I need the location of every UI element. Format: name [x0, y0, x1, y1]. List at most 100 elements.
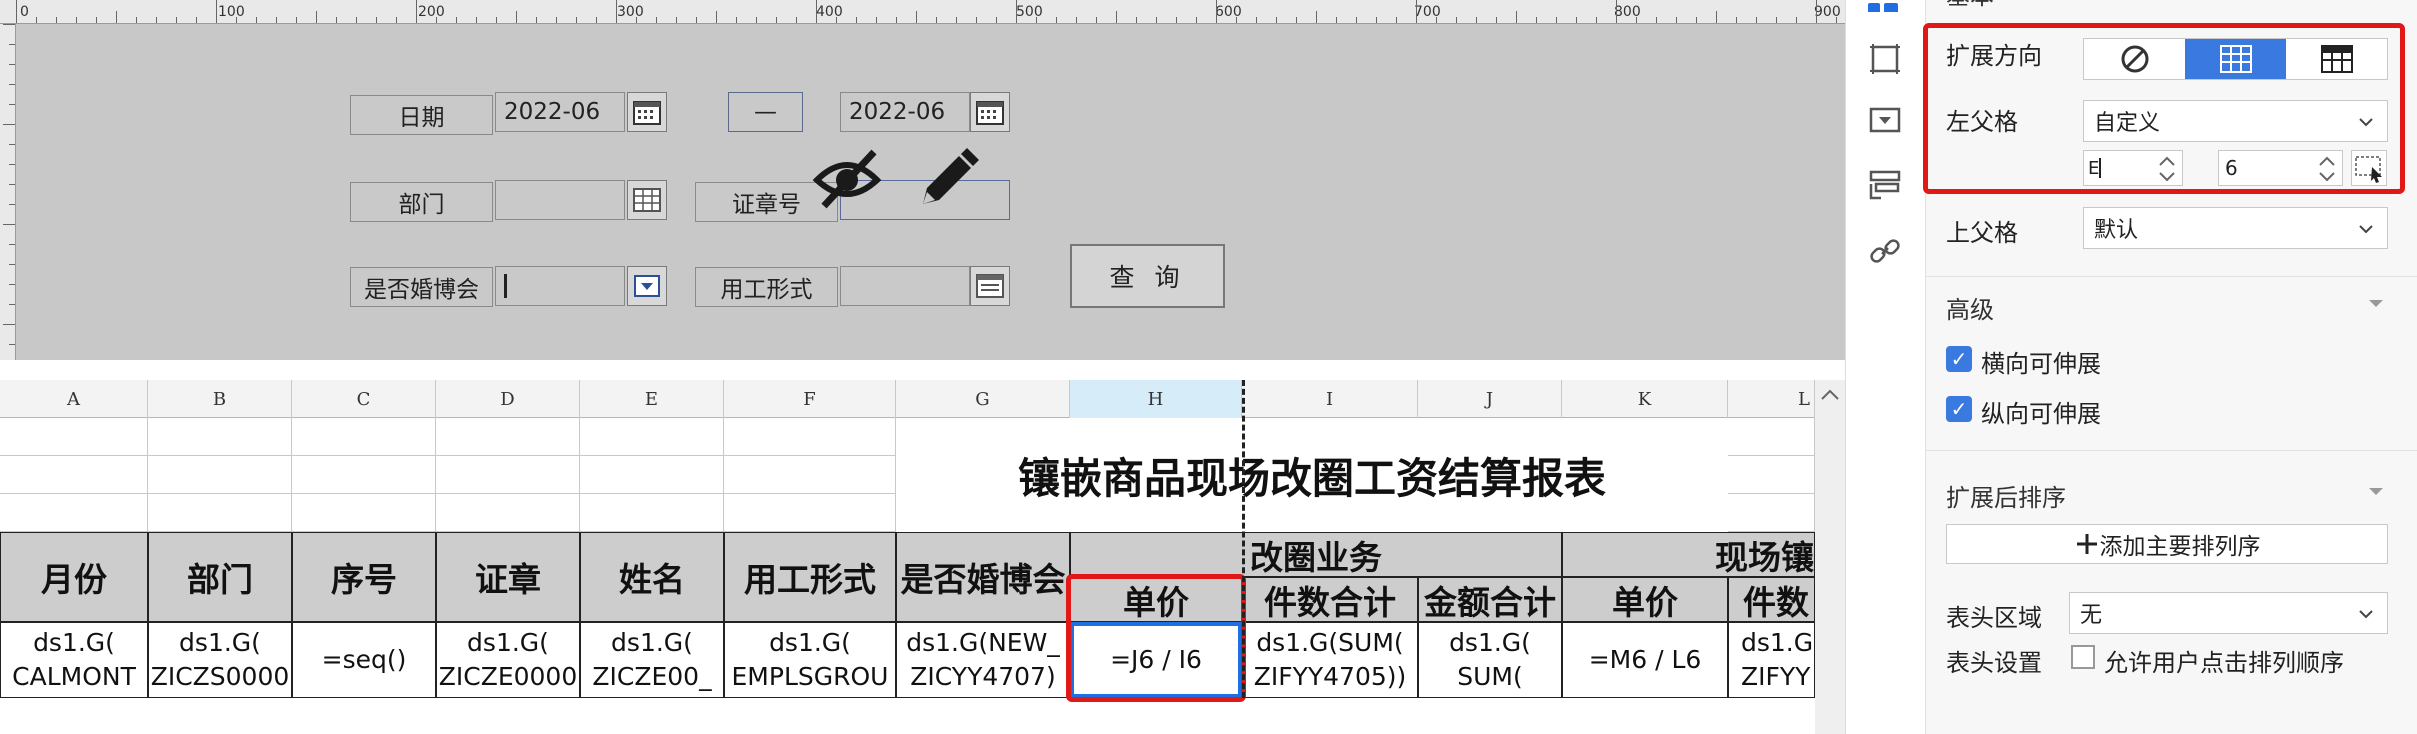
ruler-label: 400: [816, 4, 843, 20]
edit-pencil-icon[interactable]: [915, 146, 981, 212]
h-stretch-label: 横向可伸展: [1981, 350, 2101, 378]
header-cell-name[interactable]: 姓名: [580, 532, 724, 622]
data-cell[interactable]: ds1.G(SUM( ZIFYY4705)): [1242, 622, 1418, 698]
column-header-j[interactable]: J: [1418, 380, 1562, 418]
column-header-bar: A B C D E F G H I J K L: [0, 380, 1815, 418]
header-cell-employ-type[interactable]: 用工形式: [724, 532, 896, 622]
data-cell[interactable]: ds1.G(NEW_ ZICYY4707): [896, 622, 1070, 698]
header-area-label: 表头区域: [1946, 604, 2042, 632]
collapse-arrow-icon[interactable]: [2366, 296, 2386, 310]
column-header-c[interactable]: C: [292, 380, 436, 418]
header-group-onsite[interactable]: 现场镶: [1562, 532, 1815, 577]
scroll-up-icon[interactable]: [1815, 380, 1845, 410]
ruler-label: 0: [20, 4, 29, 20]
header-group-ring-business[interactable]: 改圈业务: [1070, 532, 1562, 577]
empty-cell-block: [0, 418, 896, 532]
upper-parent-value: 默认: [2094, 218, 2139, 243]
ruler-label: 500: [1016, 4, 1043, 20]
list-picker-icon: [976, 274, 1004, 298]
column-header-i[interactable]: I: [1242, 380, 1418, 418]
date-to-input[interactable]: 2022-06: [840, 92, 970, 132]
widget-icon[interactable]: [1868, 106, 1902, 136]
data-cell[interactable]: =seq(): [292, 622, 436, 698]
column-header-h[interactable]: H: [1070, 380, 1242, 418]
header-cell-month[interactable]: 月份: [0, 532, 148, 622]
add-sort-button[interactable]: 添加主要排列序: [1946, 524, 2388, 564]
header-cell-unit-price[interactable]: 单价: [1562, 577, 1728, 622]
cell-props-tab[interactable]: [1864, 0, 1904, 12]
column-header-b[interactable]: B: [148, 380, 292, 418]
dropdown-button[interactable]: [627, 266, 667, 306]
marriage-expo-label: 是否婚博会: [350, 267, 493, 307]
marriage-expo-input[interactable]: [495, 266, 625, 306]
chevron-down-icon: [2359, 225, 2373, 234]
data-cell[interactable]: ds1.G( EMPLSGROU: [724, 622, 896, 698]
horizontal-ruler: 0 100 200 300 400 500 600 700 800 900: [0, 0, 1845, 24]
data-cell[interactable]: ds1.G( ZICZE0000: [436, 622, 580, 698]
plus-icon: [2076, 534, 2097, 554]
info-icon: [1868, 3, 1898, 12]
sort-section-title[interactable]: 扩展后排序: [1946, 478, 2066, 513]
column-header-l[interactable]: L: [1728, 380, 1815, 418]
divider: [1926, 276, 2417, 277]
data-cell[interactable]: ds1.G( ZICZE00_: [580, 622, 724, 698]
advanced-section-title[interactable]: 高级: [1946, 290, 1994, 325]
vertical-scrollbar[interactable]: [1815, 380, 1845, 734]
list-select-button[interactable]: [970, 266, 1010, 306]
column-header-a[interactable]: A: [0, 380, 148, 418]
calendar-icon: [633, 101, 661, 125]
header-cell-qty-total[interactable]: 件数合计: [1242, 577, 1418, 622]
query-button[interactable]: 查 询: [1070, 244, 1225, 308]
header-area-select[interactable]: 无: [2069, 592, 2388, 634]
allow-sort-label: 允许用户点击排列顺序: [2104, 649, 2344, 677]
employ-type-input[interactable]: [840, 266, 970, 306]
data-cell[interactable]: ds1.G ZIFYY: [1728, 622, 1815, 698]
header-cell-seq[interactable]: 序号: [292, 532, 436, 622]
header-cell-cert[interactable]: 证章: [436, 532, 580, 622]
condition-attr-icon[interactable]: [1868, 168, 1902, 202]
ruler-label: 100: [218, 4, 245, 20]
collapse-arrow-icon[interactable]: [2366, 484, 2386, 498]
column-header-g[interactable]: G: [896, 380, 1070, 418]
header-cell-amount-total[interactable]: 金额合计: [1418, 577, 1562, 622]
upper-parent-select[interactable]: 默认: [2083, 207, 2388, 249]
ruler-label: 200: [418, 4, 445, 20]
ruler-label: 300: [617, 4, 644, 20]
data-cell[interactable]: ds1.G( CALMONT: [0, 622, 148, 698]
empty-cell-block: [1728, 418, 1815, 532]
tree-select-button[interactable]: [627, 180, 667, 220]
data-cell[interactable]: ds1.G( ZICZS0000: [148, 622, 292, 698]
column-header-e[interactable]: E: [580, 380, 724, 418]
range-separator: —: [728, 92, 803, 132]
report-title[interactable]: 镶嵌商品现场改圈工资结算报表: [896, 418, 1728, 532]
upper-parent-label: 上父格: [1946, 219, 2018, 247]
header-cell-marriage-expo[interactable]: 是否婚博会: [896, 532, 1070, 622]
date-from-input[interactable]: 2022-06: [495, 92, 625, 132]
column-header-k[interactable]: K: [1562, 380, 1728, 418]
data-cell[interactable]: ds1.G( SUM(: [1418, 622, 1562, 698]
hidden-eye-icon[interactable]: [812, 148, 882, 210]
header-settings-label: 表头设置: [1946, 649, 2042, 677]
property-panel: 基本 扩展方向 左父格 自定义 E 6 上父格 默认 高级 ✓ 横向可伸展 ✓: [1923, 0, 2417, 734]
property-tabs-strip: [1845, 0, 1925, 734]
divider: [1926, 450, 2417, 451]
calendar-button[interactable]: [627, 92, 667, 132]
column-header-f[interactable]: F: [724, 380, 896, 418]
dept-input[interactable]: [495, 180, 625, 220]
v-stretch-checkbox[interactable]: ✓: [1946, 396, 1972, 422]
cell-style-icon[interactable]: [1868, 42, 1902, 76]
calendar-button[interactable]: [970, 92, 1010, 132]
header-area-value: 无: [2080, 603, 2103, 628]
column-header-d[interactable]: D: [436, 380, 580, 418]
header-cell-qty[interactable]: 件数: [1728, 577, 1815, 622]
h-stretch-checkbox[interactable]: ✓: [1946, 346, 1972, 372]
vertical-ruler: [0, 24, 16, 360]
allow-sort-checkbox[interactable]: [2071, 645, 2095, 669]
data-cell[interactable]: =M6 / L6: [1562, 622, 1728, 698]
hyperlink-icon[interactable]: [1868, 234, 1902, 268]
basic-section-title[interactable]: 基本: [1946, 0, 1994, 8]
ruler-label: 600: [1215, 4, 1242, 20]
highlight-box: [1066, 574, 1246, 702]
highlight-box: [1923, 23, 2405, 194]
header-cell-dept[interactable]: 部门: [148, 532, 292, 622]
